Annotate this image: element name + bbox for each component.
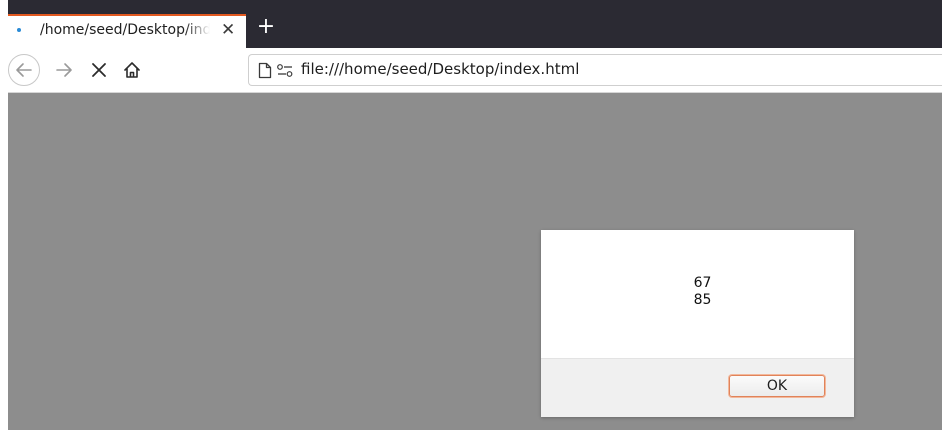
- page-content: 67 85 OK: [8, 93, 942, 430]
- navigation-toolbar: file:///home/seed/Desktop/index.html: [8, 48, 942, 93]
- forward-button[interactable]: [52, 56, 76, 84]
- back-button[interactable]: [8, 54, 40, 86]
- alert-footer: OK: [541, 358, 854, 417]
- new-tab-button[interactable]: +: [256, 14, 276, 42]
- browser-window: /home/seed/Desktop/index.html ✕ +: [8, 0, 942, 430]
- close-icon: [92, 63, 106, 77]
- page-icon[interactable]: [258, 62, 272, 79]
- url-text: file:///home/seed/Desktop/index.html: [301, 60, 580, 78]
- ok-button[interactable]: OK: [729, 375, 825, 397]
- alert-line: 85: [693, 292, 712, 308]
- permissions-icon[interactable]: [276, 63, 294, 79]
- back-arrow-icon: [16, 63, 32, 77]
- stop-button[interactable]: [87, 56, 111, 84]
- alert-message: 67 85: [541, 275, 854, 309]
- tab-title: /home/seed/Desktop/index.html: [40, 22, 210, 38]
- alert-dialog: 67 85 OK: [541, 230, 854, 417]
- address-bar[interactable]: file:///home/seed/Desktop/index.html: [248, 54, 942, 86]
- tab-indicator-icon: [17, 28, 21, 32]
- forward-arrow-icon: [56, 63, 72, 77]
- tab-close-icon[interactable]: ✕: [221, 20, 235, 40]
- tab-active[interactable]: /home/seed/Desktop/index.html ✕: [8, 14, 246, 48]
- home-button[interactable]: [120, 56, 144, 84]
- home-icon: [124, 62, 140, 78]
- alert-line: 67: [693, 275, 712, 291]
- tab-strip: /home/seed/Desktop/index.html ✕ +: [8, 0, 942, 48]
